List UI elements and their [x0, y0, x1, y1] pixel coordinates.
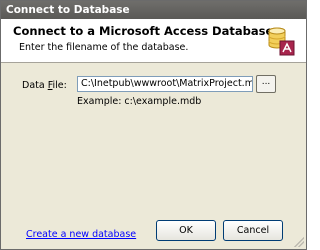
- header-title: Connect to a Microsoft Access Database: [13, 24, 274, 38]
- example-text: Example: c:\example.mdb: [77, 96, 202, 107]
- dialog-title: Connect to Database: [1, 1, 306, 19]
- resize-grip[interactable]: [294, 237, 304, 247]
- header-subtitle: Enter the filename of the database.: [19, 42, 189, 53]
- cancel-button[interactable]: Cancel: [223, 220, 283, 241]
- data-file-input[interactable]: C:\Inetpub\wwwroot\MatrixProject.mdb: [77, 76, 253, 92]
- create-new-database-link[interactable]: Create a new database: [26, 229, 136, 240]
- dialog-header: Connect to a Microsoft Access Database E…: [1, 19, 306, 63]
- ok-button[interactable]: OK: [156, 220, 216, 241]
- browse-button[interactable]: ...: [256, 75, 276, 93]
- data-file-label: Data File:: [22, 80, 67, 91]
- connect-database-dialog: Connect to Database Connect to a Microso…: [0, 0, 307, 250]
- database-access-icon: [268, 27, 295, 56]
